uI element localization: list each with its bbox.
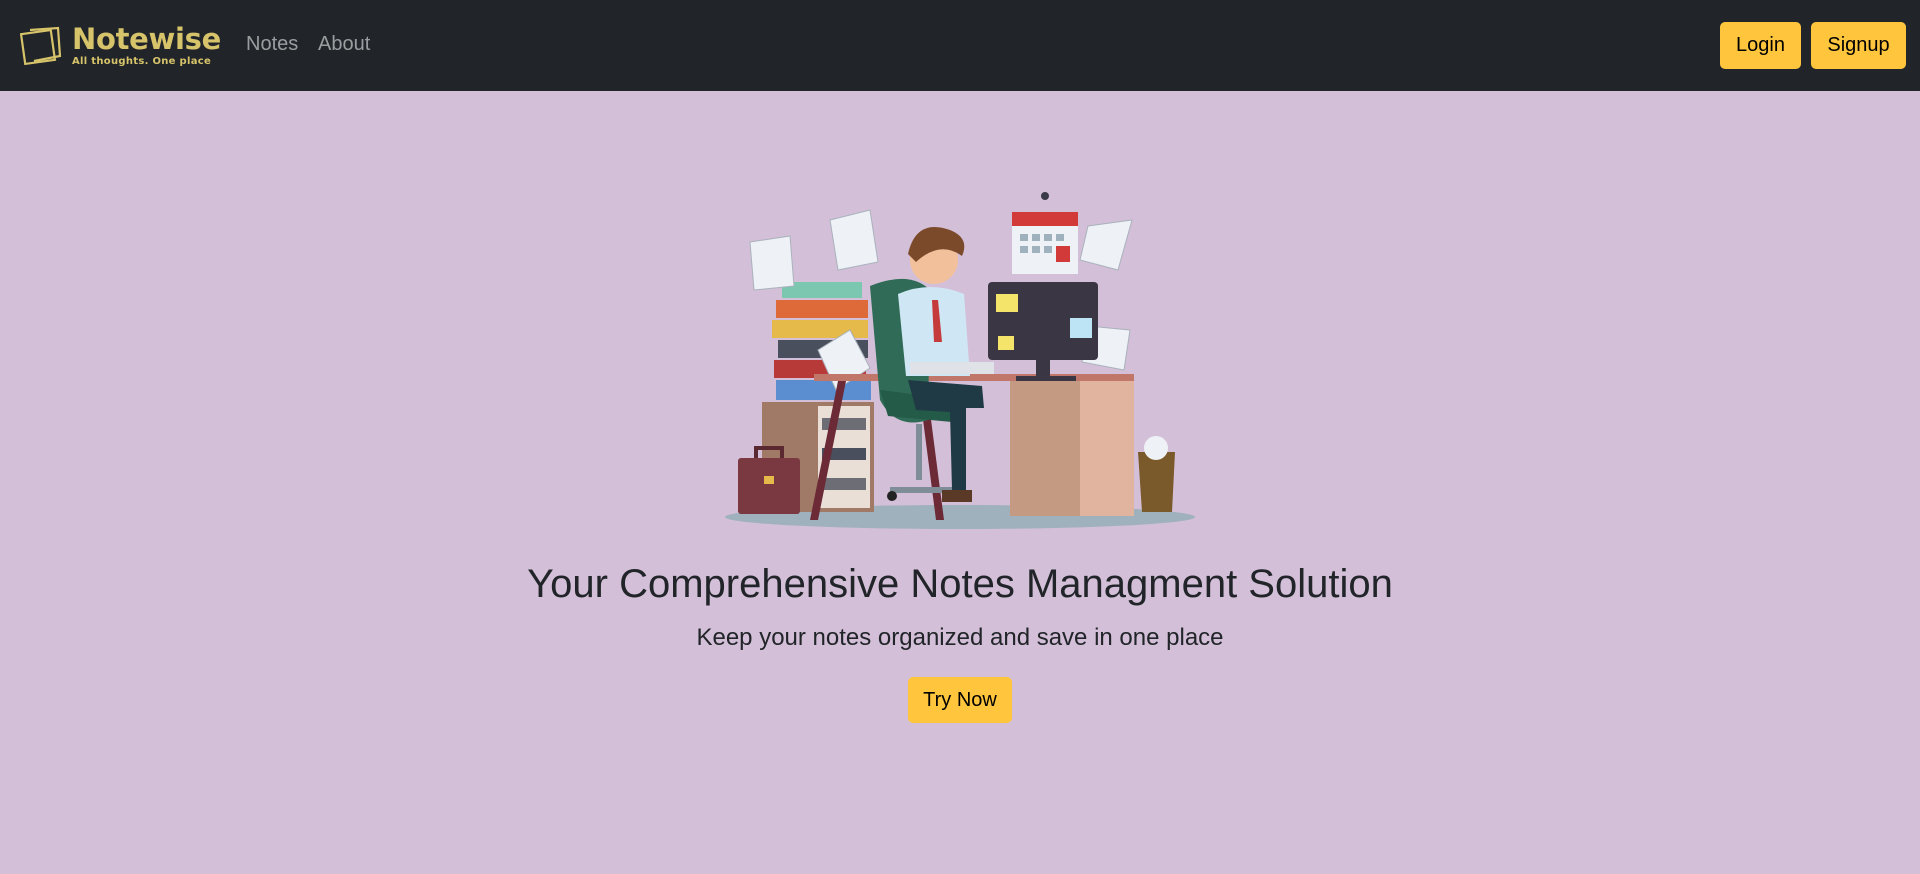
hero-title: Your Comprehensive Notes Managment Solut…: [527, 562, 1393, 606]
nav-link-about[interactable]: About: [318, 33, 370, 56]
nav-link-notes[interactable]: Notes: [246, 33, 298, 56]
login-button[interactable]: Login: [1720, 22, 1801, 69]
brand-logo[interactable]: Notewise All thoughts. One place: [20, 24, 221, 68]
brand-tagline: All thoughts. One place: [72, 56, 212, 67]
notes-logo-icon: [20, 26, 62, 66]
overworked-office-worker-illustration: [725, 192, 1195, 529]
try-now-button[interactable]: Try Now: [908, 677, 1012, 723]
hero-subtitle: Keep your notes organized and save in on…: [696, 624, 1224, 651]
signup-button[interactable]: Signup: [1811, 22, 1906, 69]
top-navbar: Notewise All thoughts. One place Notes A…: [0, 0, 1920, 91]
brand-name: Notewise: [72, 22, 221, 56]
brand-text: Notewise All thoughts. One place: [72, 25, 221, 67]
